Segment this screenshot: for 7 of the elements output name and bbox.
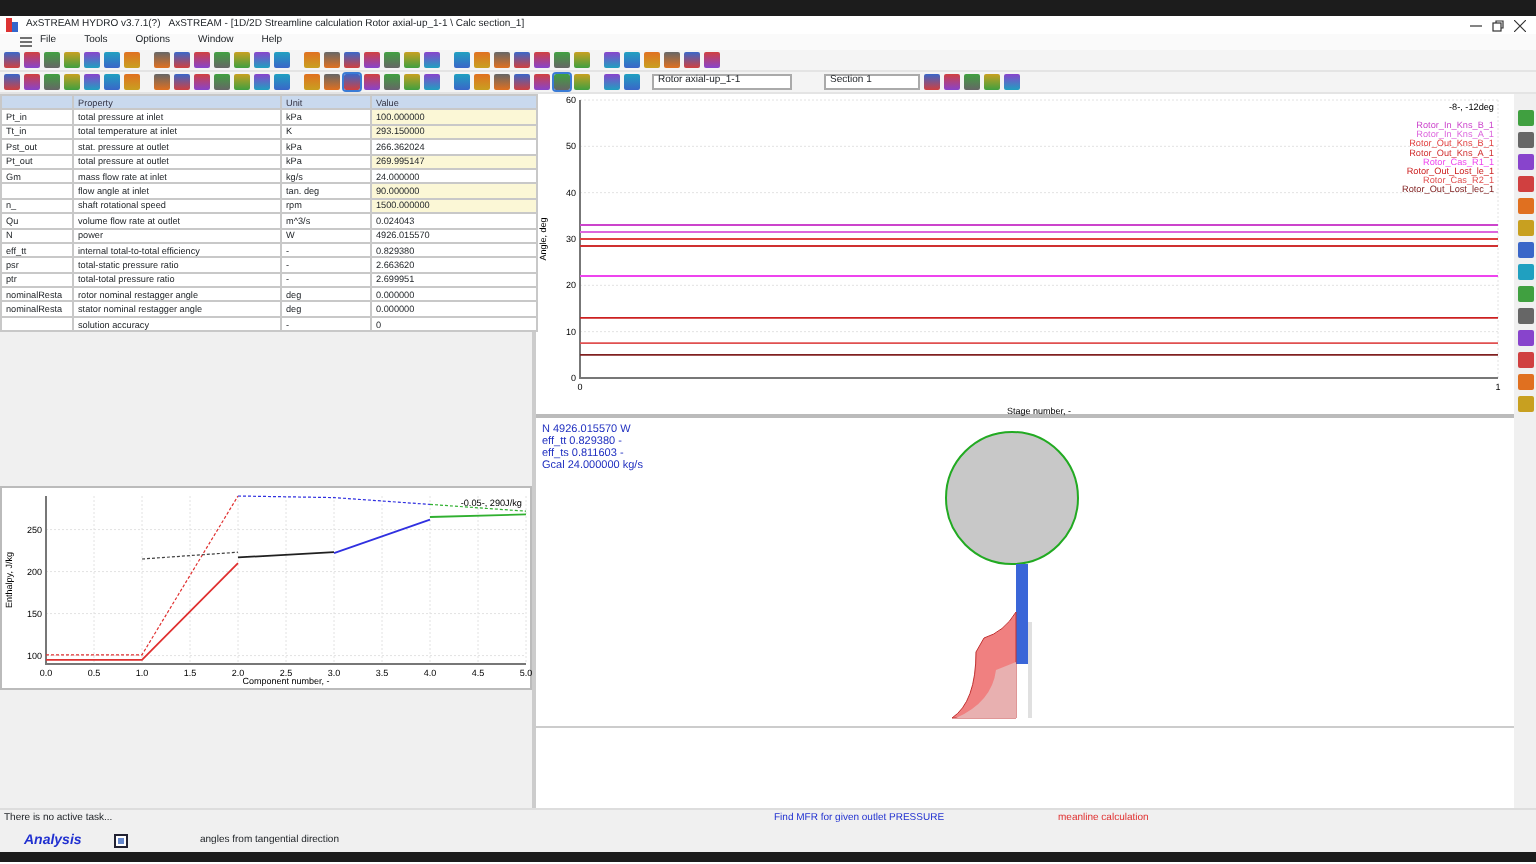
app-logo-icon (6, 18, 18, 32)
symbol-cell (1, 183, 73, 199)
close-icon[interactable] (1513, 19, 1525, 31)
window-icon[interactable] (114, 834, 128, 848)
restore-icon[interactable] (1491, 19, 1503, 31)
minimize-icon[interactable] (1469, 19, 1481, 31)
menu-icon[interactable] (20, 36, 32, 48)
